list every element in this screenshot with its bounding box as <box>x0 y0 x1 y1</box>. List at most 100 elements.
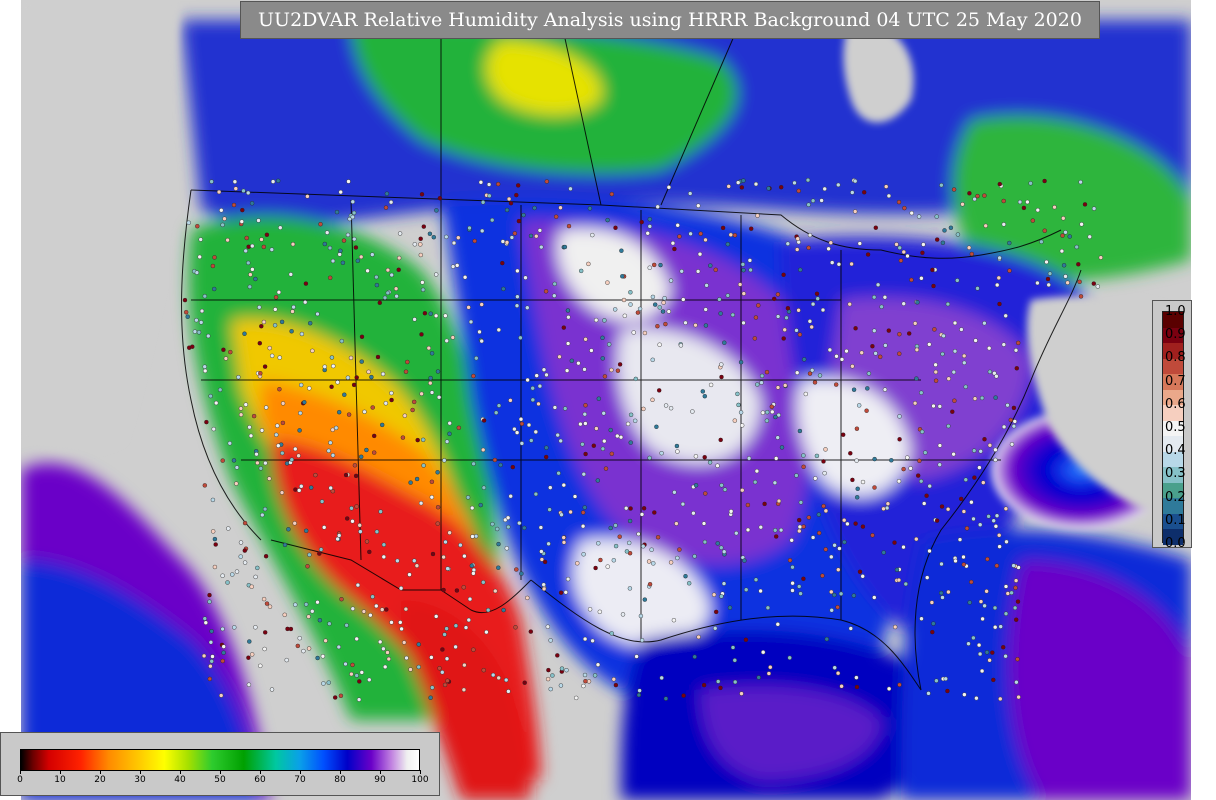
observation-dot <box>873 225 878 230</box>
observation-dot <box>318 221 323 227</box>
observation-dot <box>364 447 369 453</box>
observation-dot <box>1014 617 1019 622</box>
observation-dot <box>414 563 420 568</box>
observation-dot <box>919 616 924 621</box>
observation-dot <box>539 549 544 554</box>
observation-dot <box>346 412 352 417</box>
observation-dot <box>534 373 539 378</box>
observation-dot <box>234 481 239 486</box>
observation-dot <box>855 486 860 491</box>
observation-dot <box>306 646 312 651</box>
observation-dot <box>565 576 571 582</box>
observation-dot <box>359 454 364 459</box>
observation-dot <box>937 404 942 409</box>
observation-dot <box>987 443 993 448</box>
observation-dot <box>1007 268 1012 273</box>
observation-dot <box>519 571 524 576</box>
observation-dot <box>683 574 688 579</box>
observation-dot <box>870 344 875 349</box>
observation-dot <box>412 558 417 563</box>
observation-dot <box>328 485 333 491</box>
observation-dot <box>980 616 985 622</box>
observation-dot <box>993 447 998 452</box>
observation-dot <box>806 515 811 520</box>
observation-dot <box>649 547 654 552</box>
observation-dot <box>746 456 752 461</box>
observation-dot <box>362 409 367 414</box>
observation-dot <box>234 569 240 574</box>
observation-dot <box>822 471 827 476</box>
observation-dot <box>329 384 334 389</box>
observation-dot <box>544 454 549 460</box>
observation-dot <box>319 499 325 504</box>
observation-dot <box>326 448 331 453</box>
observation-dot <box>655 324 660 329</box>
observation-dot <box>374 274 379 280</box>
observation-dot <box>1021 205 1027 211</box>
observation-dot <box>468 319 474 325</box>
observation-dot <box>1001 198 1006 204</box>
observation-dot <box>987 346 992 351</box>
observation-dot <box>554 214 559 219</box>
observation-dot <box>238 554 243 559</box>
observation-dot <box>242 520 248 526</box>
observation-dot <box>773 528 778 533</box>
observation-dot <box>741 320 746 326</box>
observation-dot <box>703 323 709 328</box>
observation-dot <box>443 313 448 318</box>
rh-colorbar-tick-mark <box>140 770 141 774</box>
observation-dot <box>345 375 351 380</box>
observation-dot <box>336 644 341 650</box>
observation-dot <box>785 241 790 246</box>
observation-dot <box>1047 271 1053 276</box>
observation-dot <box>581 510 586 515</box>
observation-dot <box>916 214 922 219</box>
observation-dot <box>850 477 855 483</box>
observation-dot <box>727 605 733 610</box>
observation-dot <box>583 679 588 684</box>
observation-dot <box>230 572 235 577</box>
observation-dot <box>827 347 833 353</box>
observation-dot <box>550 673 555 678</box>
observation-dot <box>407 572 412 577</box>
observation-dot <box>924 493 929 498</box>
observation-dot <box>501 286 506 292</box>
observation-legend-tick: 0.1 <box>1165 512 1186 528</box>
observation-dot <box>722 487 728 492</box>
observation-dot <box>801 524 806 529</box>
observation-dot <box>408 480 413 485</box>
observation-dot <box>982 193 987 198</box>
observation-dot <box>275 423 280 428</box>
observation-dot <box>962 692 967 697</box>
observation-dot <box>403 369 409 374</box>
observation-dot <box>775 622 780 627</box>
observation-dot <box>641 544 646 549</box>
observation-dot <box>1011 563 1016 568</box>
rh-colorbar-tick-mark <box>100 770 101 774</box>
observation-dot <box>211 286 217 292</box>
observation-dot <box>620 274 625 279</box>
rh-colorbar-tick-label: 70 <box>294 775 306 785</box>
observation-dot <box>815 296 820 301</box>
observation-dot <box>419 192 425 197</box>
observation-dot <box>982 603 987 608</box>
observation-dot <box>366 369 371 374</box>
observation-dot <box>546 541 551 546</box>
observation-dot <box>429 479 435 484</box>
observation-dot <box>569 358 574 363</box>
observation-dot <box>555 653 560 658</box>
observation-dot <box>1003 611 1009 616</box>
observation-dot <box>593 565 598 571</box>
observation-dot <box>563 406 568 411</box>
observation-dot <box>470 534 475 539</box>
observation-dot <box>209 629 214 634</box>
observation-dot <box>471 373 476 379</box>
observation-dot <box>358 529 363 534</box>
observation-dot <box>865 252 871 257</box>
observation-dot <box>365 268 370 273</box>
observation-dot <box>343 661 348 667</box>
observation-dot <box>961 509 967 514</box>
observation-dot <box>995 282 1000 288</box>
observation-dot <box>621 297 627 303</box>
observation-dot <box>263 554 269 559</box>
